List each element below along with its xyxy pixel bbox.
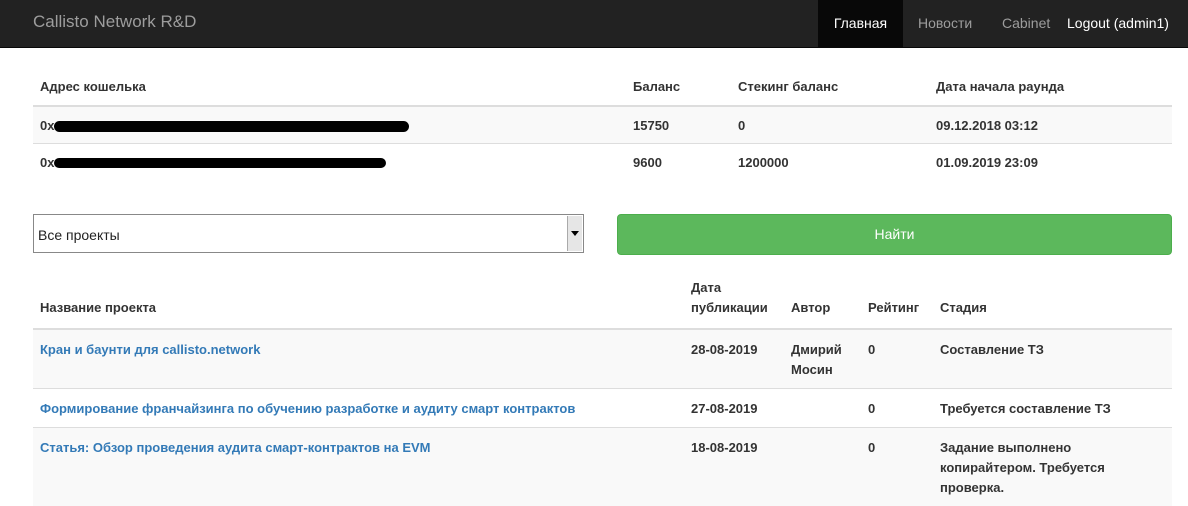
header-rating: Рейтинг [861,278,933,329]
wallets-table: Адрес кошелька Баланс Стекинг баланс Дат… [33,68,1172,180]
project-link[interactable]: Формирование франчайзинга по обучению ра… [40,401,575,416]
find-button[interactable]: Найти [617,214,1172,255]
project-rating: 0 [861,428,933,506]
project-date: 27-08-2019 [684,389,784,428]
table-row: Статья: Обзор проведения аудита смарт-ко… [33,428,1172,506]
chevron-down-icon[interactable] [567,216,582,251]
project-filter-select[interactable]: Все проекты [33,214,584,253]
header-address: Адрес кошелька [33,68,626,106]
wallet-address: 0x [33,106,626,144]
project-stage: Задание выполнено копирайтером. Требуетс… [933,428,1172,506]
nav-item-cabinet[interactable]: Cabinet [1002,0,1050,47]
project-date: 28-08-2019 [684,329,784,389]
table-row: 0x 15750 0 09.12.2018 03:12 [33,106,1172,144]
redaction-mark [54,158,386,168]
select-value: Все проекты [38,227,120,243]
project-date: 18-08-2019 [684,428,784,506]
wallet-round-start: 01.09.2019 23:09 [929,144,1172,181]
navbar: Callisto Network R&D Главная Новости Cab… [0,0,1188,48]
table-row: 0x 9600 1200000 01.09.2019 23:09 [33,144,1172,181]
header-publish-date: Датапубликации [684,278,784,329]
wallet-staking: 1200000 [731,144,929,181]
table-row: Кран и баунти для callisto.network 28-08… [33,329,1172,389]
wallet-address: 0x [33,144,626,181]
wallet-balance: 15750 [626,106,731,144]
header-round-start: Дата начала раунда [929,68,1172,106]
project-stage: Требуется составление ТЗ [933,389,1172,428]
nav-item-home[interactable]: Главная [818,0,903,47]
nav-item-news[interactable]: Новости [918,0,972,47]
wallet-balance: 9600 [626,144,731,181]
nav-item-logout[interactable]: Logout (admin1) [1067,0,1169,47]
wallet-round-start: 09.12.2018 03:12 [929,106,1172,144]
header-author: Автор [784,278,861,329]
project-link[interactable]: Статья: Обзор проведения аудита смарт-ко… [40,440,431,455]
wallet-staking: 0 [731,106,929,144]
project-rating: 0 [861,389,933,428]
header-staking: Стекинг баланс [731,68,929,106]
redaction-mark [54,121,409,132]
project-link[interactable]: Кран и баунти для callisto.network [40,342,260,357]
project-rating: 0 [861,329,933,389]
project-stage: Составление ТЗ [933,329,1172,389]
header-project-name: Название проекта [33,278,684,329]
table-row: Формирование франчайзинга по обучению ра… [33,389,1172,428]
projects-table: Название проекта Датапубликации Автор Ре… [33,278,1172,506]
header-stage: Стадия [933,278,1172,329]
brand-link[interactable]: Callisto Network R&D [33,12,196,32]
project-author [784,389,861,428]
header-balance: Баланс [626,68,731,106]
project-author [784,428,861,506]
project-author: Дмирий Мосин [784,329,861,389]
